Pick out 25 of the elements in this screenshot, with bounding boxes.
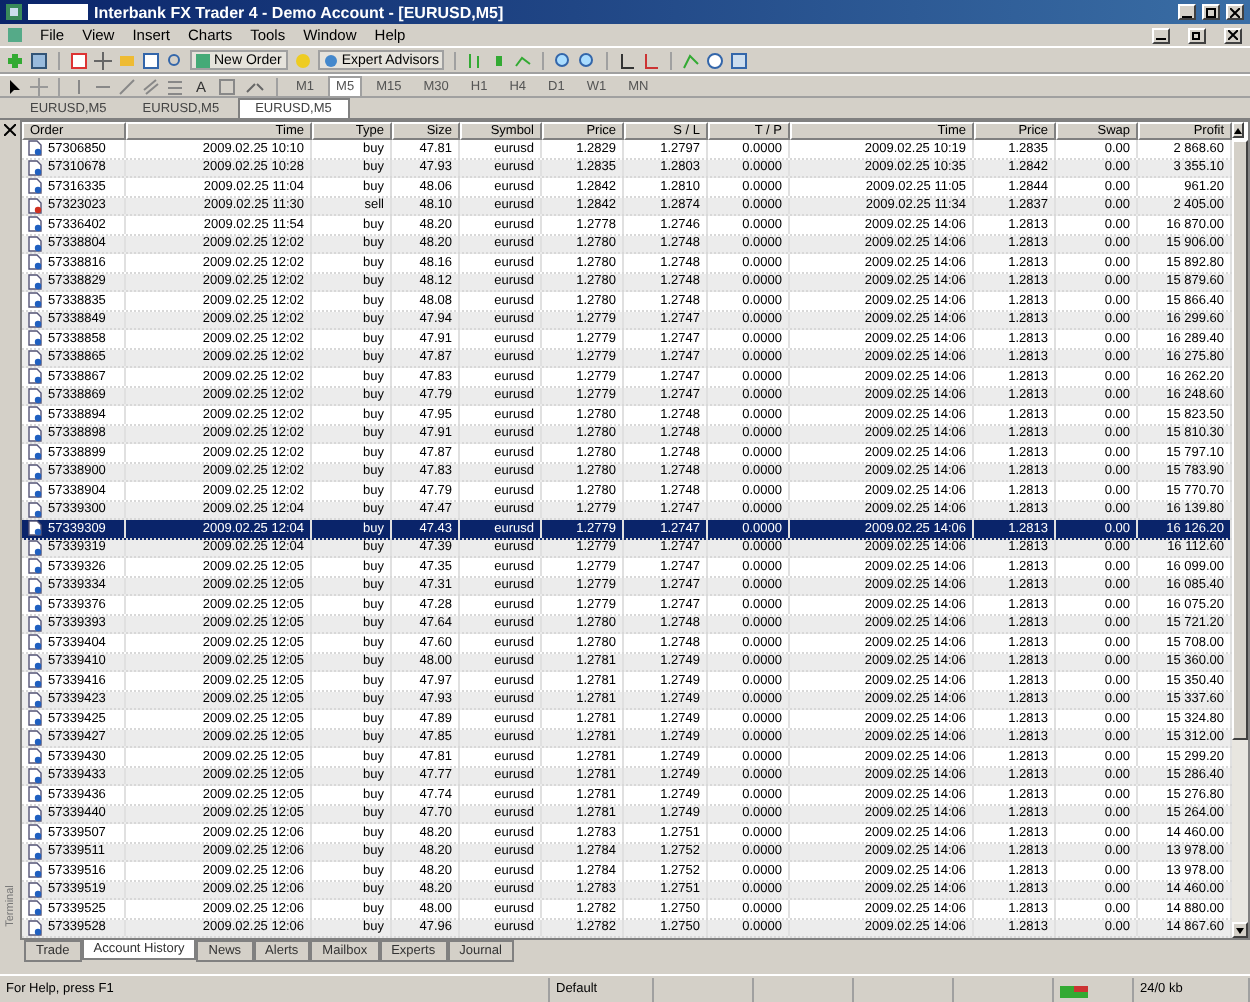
down-arrow-icon: [1236, 927, 1244, 933]
crosshair-icon[interactable]: [94, 51, 112, 69]
scroll-down-button[interactable]: [1232, 922, 1248, 938]
connection-icon: [1060, 981, 1088, 997]
trendline-icon[interactable]: [118, 77, 136, 95]
close-button[interactable]: [1224, 27, 1242, 43]
close-icon[interactable]: [4, 124, 16, 136]
close-icon: [1230, 7, 1240, 17]
minimize-button[interactable]: [1152, 27, 1170, 43]
close-icon: [1228, 30, 1238, 40]
channel-icon[interactable]: [142, 77, 160, 95]
template-icon[interactable]: [730, 51, 749, 69]
minimize-button[interactable]: [1178, 4, 1196, 20]
app-icon: [6, 4, 22, 20]
cursor-icon[interactable]: [6, 77, 24, 95]
scroll-up-button[interactable]: [1232, 122, 1244, 138]
window-icon[interactable]: [30, 51, 48, 69]
close-button[interactable]: [1226, 4, 1244, 20]
restore-button[interactable]: [1188, 27, 1206, 43]
up-arrow-icon: [1234, 127, 1242, 133]
restore-icon: [1192, 30, 1202, 40]
maximize-icon: [1206, 7, 1216, 17]
maximize-button[interactable]: [1202, 4, 1220, 20]
window-title: Interbank FX Trader 4 - Demo Account - [EURUSD,M5]: [94, 3, 504, 21]
redaction-mark: [28, 4, 88, 20]
